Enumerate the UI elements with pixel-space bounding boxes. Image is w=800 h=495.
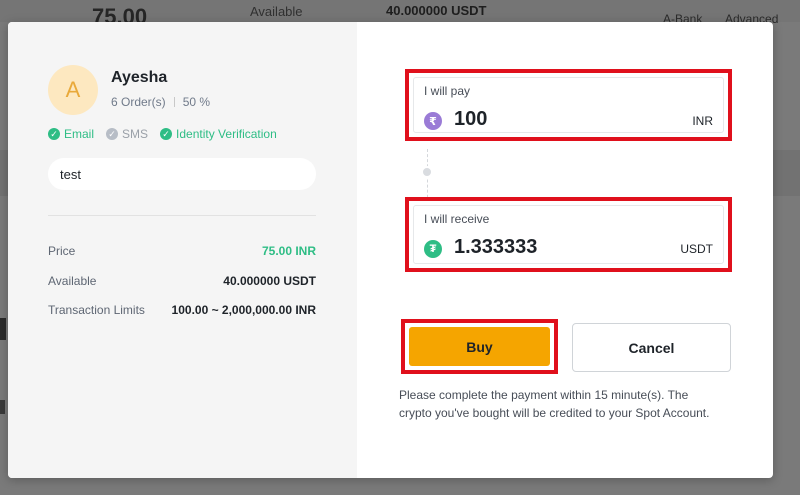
receive-label: I will receive (424, 212, 490, 226)
buy-button[interactable]: Buy (409, 327, 550, 366)
avatar: A (48, 65, 98, 115)
limits-label: Transaction Limits (48, 303, 145, 317)
buy-button-highlight: Buy (401, 319, 558, 374)
pay-field-highlight: I will pay ₹ 100 INR (405, 69, 732, 141)
verification-label: Identity Verification (176, 127, 277, 141)
verification-list: ✓ Email ✓ SMS ✓ Identity Verification (48, 127, 277, 141)
receive-currency: USDT (680, 242, 713, 256)
price-label: Price (48, 244, 76, 258)
background-edge-mark (0, 400, 5, 414)
background-available-label: Available (250, 4, 303, 19)
seller-name: Ayesha (111, 69, 168, 86)
receive-amount-input[interactable]: I will receive ₮ 1.333333 USDT (413, 205, 724, 264)
rupee-coin-icon: ₹ (424, 112, 442, 130)
verification-label: Email (64, 127, 95, 141)
divider (48, 215, 316, 216)
receive-amount[interactable]: 1.333333 (454, 236, 537, 259)
connector-dot (421, 166, 433, 178)
stats-divider (173, 97, 175, 107)
available-label: Available (48, 274, 97, 288)
avatar-letter: A (65, 77, 81, 102)
unverified-circle-icon: ✓ (106, 128, 119, 140)
seller-info-panel: A Ayesha 6 Order(s) 50 % ✓ Email ✓ SMS ✓… (8, 22, 357, 478)
check-circle-icon: ✓ (160, 128, 173, 140)
verification-email: ✓ Email (48, 127, 94, 141)
price-row: Price 75.00 INR (48, 244, 316, 258)
seller-note: test (48, 158, 316, 190)
pay-amount[interactable]: 100 (454, 108, 487, 131)
limits-value: 100.00 ~ 2,000,000.00 INR (171, 303, 316, 317)
background-edge-mark (0, 318, 6, 340)
background-available-value: 40.000000 USDT (386, 3, 487, 18)
available-row: Available 40.000000 USDT (48, 274, 316, 288)
verification-identity: ✓ Identity Verification (160, 127, 277, 141)
verification-label: SMS (122, 127, 149, 141)
price-value: 75.00 INR (261, 244, 316, 258)
buy-modal: A Ayesha 6 Order(s) 50 % ✓ Email ✓ SMS ✓… (8, 22, 773, 478)
verification-sms: ✓ SMS (106, 127, 148, 141)
completion-rate: 50 % (182, 95, 211, 109)
tether-coin-icon: ₮ (424, 240, 442, 258)
seller-stats: 6 Order(s) 50 % (111, 95, 210, 109)
pay-amount-input[interactable]: I will pay ₹ 100 INR (413, 77, 724, 133)
receive-field-highlight: I will receive ₮ 1.333333 USDT (405, 197, 732, 272)
pay-currency: INR (692, 114, 713, 128)
cancel-button[interactable]: Cancel (572, 323, 731, 372)
payment-note: Please complete the payment within 15 mi… (399, 388, 710, 420)
order-count: 6 Order(s) (111, 95, 166, 109)
available-value: 40.000000 USDT (223, 274, 316, 288)
limits-row: Transaction Limits 100.00 ~ 2,000,000.00… (48, 303, 316, 317)
check-circle-icon: ✓ (48, 128, 60, 140)
pay-label: I will pay (424, 84, 471, 98)
